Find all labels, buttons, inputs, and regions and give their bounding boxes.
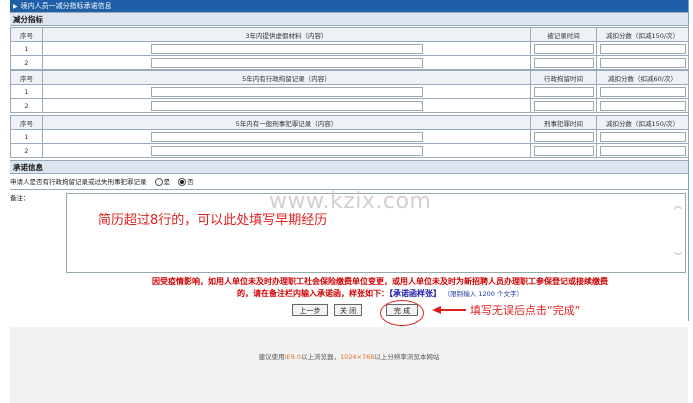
row-index: 2 [10, 143, 43, 158]
section-promise-heading: 承诺信息 [10, 160, 688, 174]
browser-recommendation: 建议使用IE9.0以上浏览器，1024×768以上分辨率浏览本网站 [258, 353, 440, 361]
row-index: 1 [10, 129, 43, 144]
scroll-up-icon[interactable]: ︿ [674, 200, 682, 211]
col-header-content: 5年内有行政拘留记录（内容） [42, 70, 531, 85]
warning-line1: 因受疫情影响，如用人单位未及时办理职工社会保险缴费单位变更，或用人单位未及时为新… [152, 277, 608, 286]
time-input[interactable] [533, 145, 594, 156]
table-row: 2 [10, 55, 689, 70]
remark-label: 备注： [10, 194, 30, 202]
row-index: 2 [10, 55, 43, 70]
content-input[interactable] [150, 57, 423, 68]
content-input[interactable] [150, 86, 423, 97]
warning-line2: 的，请在备注栏内输入承诺函，样张如下： [237, 289, 389, 298]
points-input[interactable] [599, 145, 686, 156]
row-index: 1 [10, 41, 43, 56]
points-input[interactable] [599, 57, 686, 68]
col-header-index: 序号 [10, 70, 43, 85]
points-input[interactable] [599, 86, 686, 97]
col-header-content: 5年内有一般刑事犯罪记录（内容） [42, 115, 531, 130]
finish-hint: 填写无误后点击“完成” [470, 304, 581, 317]
radio-no-label: 否 [187, 178, 194, 186]
footer-bar: 建议使用IE9.0以上浏览器，1024×768以上分辨率浏览本网站 [10, 327, 688, 403]
epidemic-warning: 因受疫情影响，如用人单位未及时办理职工社会保险缴费单位变更，或用人单位未及时为新… [70, 276, 690, 300]
row-index: 1 [10, 84, 43, 99]
form-panel: ▶ 境内人员一减分指标承诺信息 减分指标 序号 3年内提供虚假材料（内容） 被记录… [10, 0, 690, 326]
content-input[interactable] [150, 100, 423, 111]
col-header-content: 3年内提供虚假材料（内容） [42, 27, 531, 42]
table-row: 1 [10, 129, 689, 144]
col-header-index: 序号 [10, 27, 43, 42]
table-row: 2 [10, 143, 689, 158]
table-row: 2 [10, 98, 689, 113]
content-input[interactable] [150, 43, 423, 54]
remark-annotation: 简历超过8行的，可以此处填写早期经历 [98, 213, 328, 228]
points-input[interactable] [599, 131, 686, 142]
time-input[interactable] [533, 100, 594, 111]
promise-row: 申请人是否有行政拘留记录或过失刑事犯罪记录 是 否 [10, 175, 688, 190]
table-criminal-record: 序号 5年内有一般刑事犯罪记录（内容） 刑事犯罪时间 减扣分数（扣减150/次）… [10, 115, 689, 158]
points-input[interactable] [599, 43, 686, 54]
col-header-time: 刑事犯罪时间 [530, 115, 597, 130]
radio-yes-label: 是 [163, 178, 171, 186]
scroll-down-icon[interactable]: ﹀ [674, 251, 682, 262]
time-input[interactable] [533, 57, 594, 68]
time-input[interactable] [533, 131, 594, 142]
table-row: 1 [10, 41, 689, 56]
col-header-points: 减扣分数（扣减150/次） [596, 27, 689, 42]
prev-step-button[interactable]: 上一步 [292, 304, 328, 316]
panel-title: 境内人员一减分指标承诺信息 [20, 2, 112, 10]
radio-no[interactable] [178, 178, 187, 186]
panel-titlebar: ▶ 境内人员一减分指标承诺信息 [10, 0, 688, 12]
table-admin-detention: 序号 5年内有行政拘留记录（内容） 行政拘留时间 减扣分数（扣减60/次） 1 … [10, 70, 689, 113]
row-index: 2 [10, 98, 43, 113]
highlight-circle [380, 300, 424, 326]
radio-yes[interactable] [154, 178, 163, 186]
time-input[interactable] [533, 86, 594, 97]
left-arrow-icon [432, 306, 466, 314]
table-row: 1 [10, 84, 689, 99]
col-header-time: 被记录时间 [530, 27, 597, 42]
input-limit-tip: （限制输入 1200 个文字） [443, 290, 523, 298]
col-header-points: 减扣分数（扣减150/次） [596, 115, 689, 130]
promise-question: 申请人是否有行政拘留记录或过失刑事犯罪记录 [10, 178, 147, 186]
col-header-time: 行政拘留时间 [530, 70, 597, 85]
section-deduction-heading: 减分指标 [10, 12, 688, 26]
col-header-index: 序号 [10, 115, 43, 130]
col-header-points: 减扣分数（扣减60/次） [596, 70, 689, 85]
points-input[interactable] [599, 100, 686, 111]
content-input[interactable] [150, 131, 423, 142]
promise-sample-link[interactable]: 【承诺函样张】 [389, 289, 441, 298]
close-button[interactable]: 关 闭 [334, 304, 362, 316]
time-input[interactable] [533, 43, 594, 54]
table-false-materials: 序号 3年内提供虚假材料（内容） 被记录时间 减扣分数（扣减150/次） 1 2 [10, 27, 689, 70]
content-input[interactable] [150, 145, 423, 156]
